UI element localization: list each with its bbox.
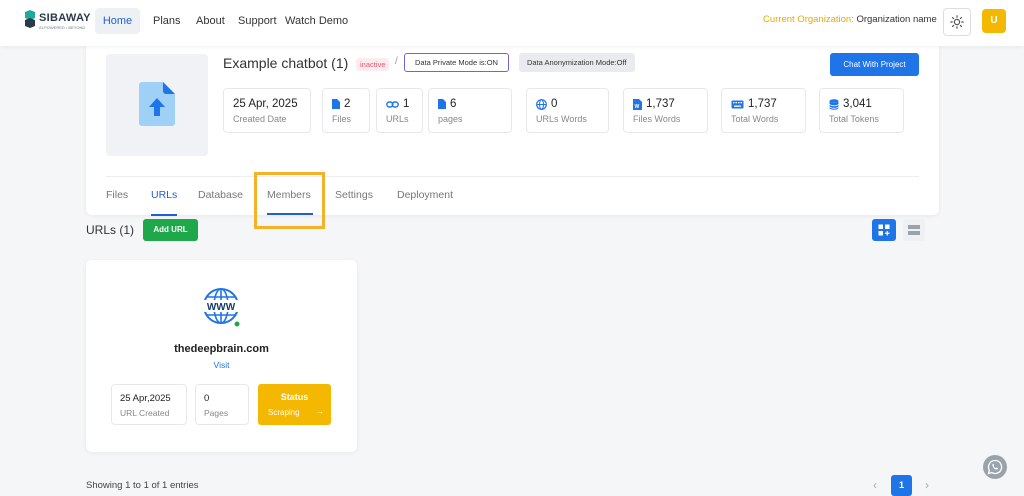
url-created-label: URL Created	[120, 408, 170, 418]
arrow-right-icon: →	[316, 407, 324, 416]
svg-text:W: W	[635, 104, 640, 110]
stat-urls: 1 URLs	[376, 88, 423, 133]
sun-icon	[950, 15, 964, 29]
stat-label: Total Tokens	[829, 114, 879, 124]
theme-toggle-button[interactable]	[943, 8, 971, 36]
database-icon	[829, 98, 839, 110]
anonymization-mode-badge[interactable]: Data Anonymization Mode:Off	[519, 53, 635, 72]
brand-tagline: AI-POWERED • BEYOND	[39, 25, 86, 30]
stat-value: 1,737	[748, 98, 777, 110]
stat-files-words: W 1,737 Files Words	[623, 88, 708, 133]
active-tab-indicator	[151, 214, 177, 216]
stat-value: 6	[450, 98, 457, 110]
chat-with-project-button[interactable]: Chat With Project	[830, 53, 919, 76]
file-icon	[332, 99, 340, 109]
url-created-value: 25 Apr,2025	[120, 393, 171, 404]
url-created-box: 25 Apr,2025 URL Created	[111, 384, 187, 425]
members-tab-underline	[267, 213, 313, 215]
word-file-icon: W	[633, 98, 642, 110]
nav-plans[interactable]: Plans	[153, 8, 181, 34]
stat-label: pages	[438, 114, 463, 124]
pagination-summary: Showing 1 to 1 of 1 entries	[86, 480, 199, 491]
top-navbar: SIBAWAY AI-POWERED • BEYOND Home Plans A…	[0, 0, 1024, 46]
separator: /	[395, 56, 398, 67]
nav-support[interactable]: Support	[238, 8, 277, 34]
pagination-page-1[interactable]: 1	[891, 475, 912, 496]
link-icon	[386, 100, 399, 108]
keyboard-icon	[731, 100, 744, 108]
status-button[interactable]: Status Scraping →	[258, 384, 331, 425]
stat-value: 25 Apr, 2025	[233, 98, 298, 110]
tab-files[interactable]: Files	[106, 189, 128, 201]
url-pages-label: Pages	[204, 408, 229, 418]
status-badge: inactive	[356, 58, 390, 71]
stat-label: Created Date	[233, 114, 287, 124]
user-avatar[interactable]: U	[982, 9, 1006, 33]
org-name: Organization name	[856, 14, 937, 25]
nav-watch-demo[interactable]: Watch Demo	[285, 8, 348, 34]
svg-text:WWW: WWW	[207, 302, 236, 313]
tab-database[interactable]: Database	[198, 189, 243, 201]
stat-label: Total Words	[731, 114, 779, 124]
urls-section-title: URLs (1)	[86, 223, 135, 237]
stat-label: Files Words	[633, 114, 681, 124]
project-title: Example chatbot (1)	[223, 55, 349, 71]
divider	[106, 176, 919, 177]
list-view-button[interactable]	[903, 219, 925, 241]
org-label: Current Organization:	[763, 14, 854, 25]
stat-value: 3,041	[843, 98, 872, 110]
stat-label: Files	[332, 114, 352, 124]
brand-name: SIBAWAY	[39, 12, 91, 24]
stat-files: 2 Files	[322, 88, 370, 133]
visit-link[interactable]: Visit	[86, 360, 357, 370]
add-url-button[interactable]: Add URL	[143, 219, 198, 241]
stat-value: 1	[403, 98, 410, 110]
list-view-icon	[908, 225, 920, 235]
grid-view-button[interactable]	[872, 219, 896, 241]
current-organization[interactable]: Current Organization: Organization name	[763, 14, 937, 25]
stat-value: 1,737	[646, 98, 675, 110]
nav-about[interactable]: About	[196, 8, 225, 34]
members-tab-highlight	[254, 172, 325, 229]
status-title: Status	[280, 392, 309, 402]
nav-home[interactable]: Home	[95, 8, 140, 34]
url-pages-value: 0	[204, 393, 210, 404]
private-mode-badge[interactable]: Data Private Mode is:ON	[404, 53, 509, 72]
stat-value: 0	[551, 98, 558, 110]
file-upload-icon	[139, 82, 175, 126]
pagination-prev-button[interactable]: ‹	[866, 476, 884, 494]
whatsapp-icon	[987, 459, 1003, 475]
globe-icon	[536, 98, 547, 110]
stat-pages: 6 pages	[428, 88, 512, 133]
grid-view-icon	[878, 224, 890, 236]
stat-url-words: 0 URLs Words	[526, 88, 609, 133]
brand-logo[interactable]: SIBAWAY AI-POWERED • BEYOND	[22, 10, 91, 34]
whatsapp-chat-button[interactable]	[983, 455, 1007, 479]
stat-label: URLs Words	[536, 114, 587, 124]
tab-deployment[interactable]: Deployment	[397, 189, 453, 201]
project-card: Example chatbot (1) inactive / Data Priv…	[86, 32, 939, 216]
www-globe-icon: WWW	[203, 288, 240, 327]
status-value: Scraping	[268, 408, 300, 417]
stat-label: URLs	[386, 114, 409, 124]
page-icon	[438, 99, 446, 109]
stat-value: 2	[344, 98, 351, 110]
project-thumbnail	[106, 54, 208, 156]
logo-mark-icon	[25, 10, 35, 28]
tab-urls[interactable]: URLs	[151, 189, 177, 201]
stat-total-tokens: 3,041 Total Tokens	[819, 88, 904, 133]
stat-created-date: 25 Apr, 2025 Created Date	[223, 88, 311, 133]
url-pages-box: 0 Pages	[195, 384, 249, 425]
stat-total-words: 1,737 Total Words	[721, 88, 806, 133]
url-card[interactable]: WWW thedeepbrain.com Visit 25 Apr,2025 U…	[86, 260, 357, 452]
tab-settings[interactable]: Settings	[335, 189, 373, 201]
pagination-next-button[interactable]: ›	[918, 476, 936, 494]
url-name: thedeepbrain.com	[174, 343, 269, 355]
